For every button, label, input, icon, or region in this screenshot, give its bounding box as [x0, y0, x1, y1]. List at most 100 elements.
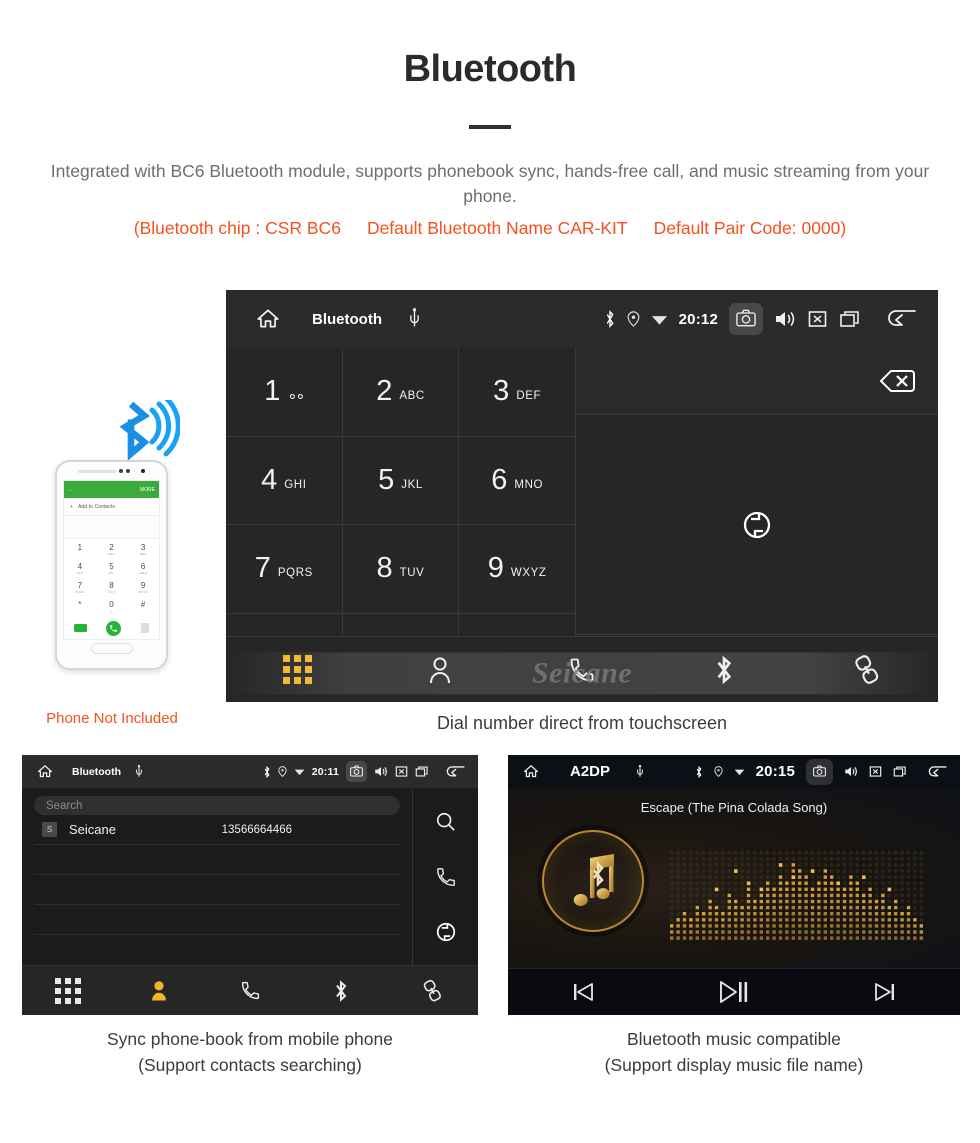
recents-icon[interactable]	[893, 765, 907, 778]
song-title: Escape (The Pina Colada Song)	[640, 800, 828, 815]
bluetooth-icon	[336, 979, 347, 1002]
backspace-icon[interactable]	[864, 366, 916, 396]
music-note-bluetooth-icon	[573, 854, 614, 906]
camera-icon[interactable]	[346, 761, 367, 782]
wifi-icon	[294, 767, 305, 776]
sync-button[interactable]	[576, 415, 938, 635]
nav-link[interactable]	[796, 654, 938, 686]
call-log-icon	[241, 981, 259, 1000]
camera-icon[interactable]	[806, 758, 833, 785]
phone-key: 1	[77, 543, 83, 552]
back-icon[interactable]	[444, 765, 466, 779]
recents-icon[interactable]	[415, 765, 429, 778]
phone-not-included-caption: Phone Not Included	[46, 710, 178, 727]
home-icon[interactable]	[522, 763, 540, 780]
spec-line: (Bluetooth chip : CSR BC6 Default Blueto…	[0, 218, 980, 239]
contact-row[interactable]: S Seicane 13566664466	[34, 815, 400, 845]
phonebook-bottom-nav	[22, 965, 478, 1015]
nav-bluetooth[interactable]	[296, 979, 387, 1003]
key-7[interactable]: 7 PQRS	[226, 525, 343, 614]
phone-key: 4 GHI	[76, 562, 83, 575]
phonebook-body: Search S Seicane 13566664466	[22, 788, 478, 965]
dialer-bottom-nav: Seicane	[226, 636, 938, 702]
spec-pair-code: Default Pair Code: 0000)	[653, 217, 847, 238]
sync-icon[interactable]	[741, 509, 773, 541]
close-icon[interactable]	[869, 765, 882, 778]
plus-icon: +	[70, 503, 74, 510]
usb-icon	[135, 764, 143, 779]
dialer-statusbar: Bluetooth 20:12	[226, 290, 938, 348]
contact-name: Seicane	[69, 822, 116, 837]
dialpad-icon	[54, 977, 81, 1004]
music-caption-line2: (Support display music file name)	[604, 1055, 864, 1076]
close-icon[interactable]	[807, 309, 828, 329]
key-8[interactable]: 8 TUV	[342, 525, 460, 614]
key-9[interactable]: 9 WXYZ	[459, 525, 576, 614]
phone-keypad: 1 2 ABC 3 DEF 4 GHI 5 JKL 6 MNO 7 PQRS 8 TUV 9W…	[64, 539, 159, 615]
location-icon	[278, 766, 287, 777]
music-title: A2DP	[570, 763, 611, 780]
bluetooth-wave-icon	[119, 400, 180, 461]
key-3[interactable]: 3 DEF	[459, 348, 576, 437]
nav-contacts[interactable]	[113, 979, 204, 1002]
bluetooth-icon	[718, 655, 732, 684]
play-pause-button[interactable]	[659, 979, 810, 1005]
music-statusbar: A2DP 20:15	[508, 755, 960, 788]
music-caption-line1: Bluetooth music compatible	[627, 1029, 841, 1049]
nav-dialpad[interactable]	[22, 977, 113, 1004]
nav-link[interactable]	[387, 979, 478, 1003]
home-icon[interactable]	[254, 306, 282, 332]
link-icon	[423, 979, 441, 1001]
phone-key: 9 WXYZ	[138, 581, 149, 594]
back-icon[interactable]	[884, 308, 918, 330]
next-track-button[interactable]	[809, 981, 960, 1003]
search-input[interactable]: Search	[34, 796, 400, 815]
next-track-icon	[874, 983, 894, 1001]
phone-earpiece	[57, 462, 166, 480]
contact-avatar: S	[42, 822, 57, 837]
contact-number: 13566664466	[221, 823, 292, 836]
recents-icon[interactable]	[839, 309, 861, 329]
previous-track-icon	[574, 983, 594, 1001]
nav-contacts[interactable]	[368, 655, 510, 685]
phone-action-row	[64, 615, 159, 641]
play-pause-icon	[720, 981, 748, 1003]
phonebook-caption-line1: Sync phone-book from mobile phone	[106, 1029, 393, 1049]
phone-mockup: ← MORE + Add to Contacts 1 2 ABC 3 DEF 4 GH…	[55, 460, 168, 670]
volume-icon[interactable]	[844, 765, 858, 778]
wifi-icon	[734, 767, 745, 776]
search-icon[interactable]	[435, 811, 457, 833]
back-icon[interactable]	[926, 765, 948, 779]
volume-icon[interactable]	[374, 765, 388, 778]
usb-icon	[408, 308, 421, 330]
key-4[interactable]: 4 GHI	[226, 436, 343, 525]
sync-icon[interactable]	[435, 921, 457, 943]
key-6[interactable]: 6 MNO	[459, 436, 576, 525]
home-icon[interactable]	[36, 763, 54, 780]
camera-icon[interactable]	[729, 303, 763, 335]
nav-bluetooth[interactable]	[653, 654, 795, 686]
music-clock: 20:15	[755, 763, 795, 780]
phone-key: 5 JKL	[108, 562, 115, 575]
title-divider	[469, 125, 511, 129]
music-controls	[508, 968, 960, 1015]
number-display[interactable]	[576, 348, 938, 415]
key-1[interactable]: 1 ∘∘	[226, 348, 343, 437]
key-5[interactable]: 5 JKL	[342, 436, 460, 525]
page-title: Bluetooth	[403, 48, 577, 90]
location-icon	[713, 766, 723, 777]
previous-track-button[interactable]	[508, 981, 659, 1003]
phonebook-caption: Sync phone-book from mobile phone (Suppo…	[22, 1026, 478, 1079]
call-icon[interactable]	[435, 866, 457, 888]
key-2[interactable]: 2 ABC	[342, 348, 460, 437]
nav-dialpad[interactable]	[226, 655, 368, 684]
bluetooth-icon	[263, 765, 271, 778]
volume-icon[interactable]	[774, 309, 796, 329]
nav-call-log[interactable]	[511, 655, 653, 685]
link-icon	[855, 654, 879, 684]
phone-home-button	[90, 643, 133, 654]
nav-call-log[interactable]	[204, 979, 295, 1002]
phonebook-screen: Bluetooth 20:11 Search S Seicane 1356666…	[22, 755, 478, 1015]
close-icon[interactable]	[395, 765, 408, 778]
phone-key: 0 +	[109, 600, 114, 613]
